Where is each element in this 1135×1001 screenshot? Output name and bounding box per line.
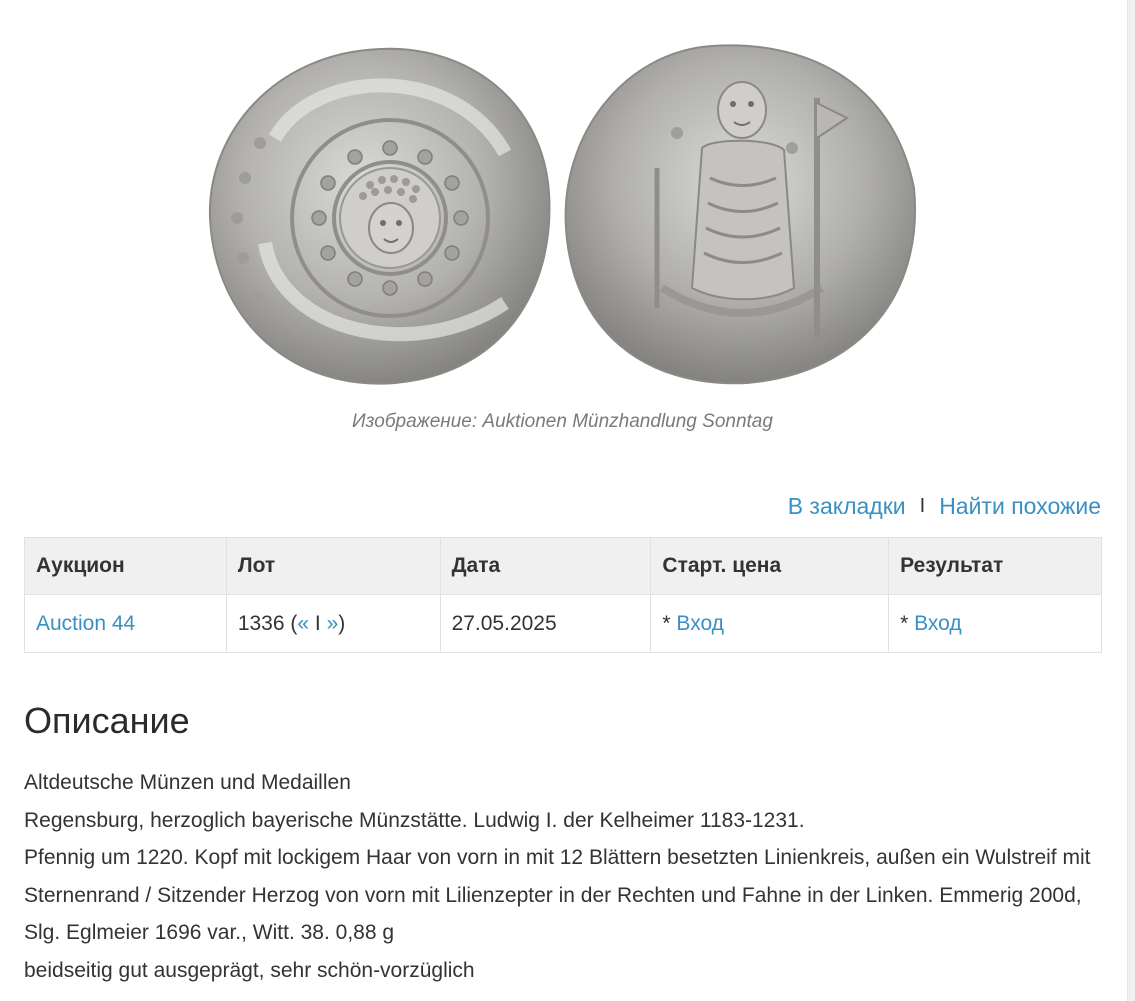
coin-reverse-icon	[564, 44, 917, 385]
coin-image[interactable]	[205, 38, 925, 390]
cell-start-price: * Вход	[650, 594, 890, 653]
lot-close-paren: )	[338, 611, 346, 635]
start-price-login-link[interactable]: Вход	[676, 612, 724, 635]
header-start-price: Старт. цена	[650, 537, 890, 595]
header-result: Результат	[888, 537, 1102, 595]
description-line: Pfennig um 1220. Kopf mit lockigem Haar …	[24, 846, 1091, 944]
description-line: Altdeutsche Münzen und Medaillen	[24, 771, 351, 794]
auction-link[interactable]: Auction 44	[36, 612, 135, 635]
coin-obverse-icon	[208, 47, 551, 385]
bookmark-link[interactable]: В закладки	[788, 493, 906, 520]
actions-separator: I	[919, 495, 926, 517]
next-lot-link[interactable]: »	[327, 612, 339, 635]
cell-result: * Вход	[888, 594, 1102, 653]
result-login-link[interactable]: Вход	[914, 612, 962, 635]
table-header-row: Аукцион Лот Дата Старт. цена Результат	[24, 537, 1102, 595]
description-title: Описание	[24, 700, 190, 741]
start-price-prefix: *	[662, 611, 677, 635]
description-body: Altdeutsche Münzen und Medaillen Regensb…	[24, 764, 1104, 989]
result-prefix: *	[900, 611, 915, 635]
lot-nav-separator: I	[309, 611, 327, 635]
header-lot: Лот	[225, 537, 441, 595]
cell-auction: Auction 44	[24, 594, 227, 653]
prev-lot-link[interactable]: «	[297, 612, 309, 635]
description-line: Regensburg, herzoglich bayerische Münzst…	[24, 808, 805, 832]
image-caption: Изображение: Auktionen Münzhandlung Sonn…	[352, 411, 773, 432]
cell-date: 27.05.2025	[439, 594, 652, 653]
lot-actions: В закладки I Найти похожие	[788, 493, 1101, 520]
auction-table: Аукцион Лот Дата Старт. цена Результат A…	[24, 537, 1102, 653]
header-auction: Аукцион	[24, 537, 227, 595]
table-row: Auction 44 1336 (« I ») 27.05.2025 * Вхо…	[24, 594, 1102, 653]
find-similar-link[interactable]: Найти похожие	[939, 493, 1101, 520]
lot-number: 1336 (	[237, 611, 298, 635]
scrollbar[interactable]	[1127, 0, 1135, 1001]
description-line: beidseitig gut ausgeprägt, sehr schön-vo…	[24, 958, 475, 982]
cell-lot: 1336 (« I »)	[225, 594, 441, 653]
header-date: Дата	[439, 537, 652, 595]
